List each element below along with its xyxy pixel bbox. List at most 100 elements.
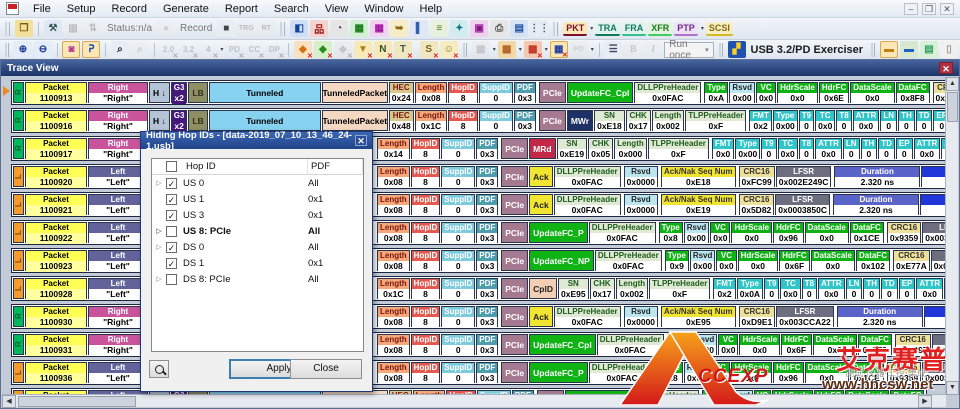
field-left[interactable]: Left"Left" (88, 222, 148, 243)
field-pdf[interactable]: PDF0x3 (476, 166, 498, 187)
field-left[interactable]: Left"Left" (88, 166, 148, 187)
toolbar-grip[interactable] (5, 22, 10, 36)
filter-pd-button[interactable]: PD✕ (225, 41, 243, 58)
field-datafc[interactable]: DataFC0x1CE (850, 222, 884, 243)
hop-id-checkbox[interactable]: ✓ (166, 242, 177, 253)
field-hec[interactable]: HEC0x24 (389, 82, 414, 103)
hop-id-checkbox[interactable]: ✓ (166, 258, 177, 269)
field-packet[interactable]: Packet1100928 (25, 278, 87, 299)
field-length[interactable]: Length0x1C (415, 110, 448, 131)
field-length[interactable]: Length0x002 (616, 278, 649, 299)
field-dllppreheader[interactable]: DLLPPreHeader0x0FAC (589, 362, 656, 383)
field-hopid[interactable]: HopID8 (448, 110, 478, 131)
trace-close-icon[interactable]: ✕ (939, 62, 953, 74)
field-pdf[interactable]: PDF0x3 (476, 250, 498, 271)
field-left[interactable]: Left"Left" (88, 194, 148, 215)
filter-cc-button[interactable]: CC✕ (245, 41, 263, 58)
pdf-column-header[interactable]: PDF (308, 159, 363, 175)
expander-icon[interactable]: ▷ (152, 227, 166, 235)
field-mrd[interactable]: MRd (529, 138, 555, 159)
bus-utilization-icon[interactable]: ≡ (430, 20, 448, 37)
field-suppid[interactable]: SuppID0 (441, 138, 475, 159)
notes-icon[interactable]: ▯ (940, 41, 958, 58)
field-length[interactable]: Length0x08 (377, 306, 410, 327)
field-tlppreheader[interactable]: TLPPreHeader0xF (648, 138, 709, 159)
field-packet[interactable]: Packet1100921 (25, 194, 87, 215)
field-g3[interactable]: G3x2 (171, 82, 188, 103)
field-attr[interactable]: ATTR0x0 (818, 278, 845, 299)
field-hopid[interactable]: HopID8 (411, 194, 441, 215)
hop-id-checkbox[interactable]: ✓ (166, 178, 177, 189)
trigger-trg-icon[interactable]: TRG (237, 20, 255, 37)
open-file-icon[interactable]: ❒ (15, 20, 33, 37)
field-hopid[interactable]: HopID8 (411, 278, 441, 299)
trigger-setup-icon[interactable]: 品 (310, 20, 328, 37)
field-ack-nak-seq-num[interactable]: Ack/Nak Seq Num0xE95 (661, 306, 735, 327)
filter-2-0-button[interactable]: 2.0✕ (159, 41, 177, 58)
field-mwr[interactable]: MWr (567, 110, 593, 131)
field-suppid[interactable]: SuppID0 (441, 222, 475, 243)
field-t8[interactable]: T80 (799, 138, 814, 159)
scroll-up-icon[interactable]: ▲ (946, 77, 959, 91)
msg-filter-icon[interactable]: ▩✕ (524, 41, 542, 58)
find-icon[interactable]: ⌕ (111, 41, 129, 58)
hop-id-row-ds-0[interactable]: ▷✓DS 0All (152, 239, 363, 255)
field-dllppreheader[interactable]: DLLPPreHeader0x0FAC (554, 306, 621, 327)
field-suppid[interactable]: SuppID0 (441, 334, 475, 355)
field-datascale[interactable]: DataScale0x0 (813, 334, 857, 355)
hide-msgs-icon[interactable]: ▦✕ (550, 41, 568, 58)
field-dllppreheader[interactable]: DLLPPreHeader0x0FAC (597, 334, 664, 355)
field-pdf[interactable]: PDF0x3 (476, 194, 498, 215)
filter-dp-button[interactable]: DP✕ (265, 41, 283, 58)
field-pcie[interactable]: PCIe (501, 306, 528, 327)
detail-view-icon[interactable]: ⋮⋮ (530, 20, 548, 37)
field-time-stamp[interactable]: Time Stamp7 . 952 153 604 (920, 194, 947, 215)
field-rsvd[interactable]: Rsvd0x00 (690, 250, 716, 271)
field-dllppreheader[interactable]: DLLPPreHeader0x0FAC (589, 222, 656, 243)
field-datafc[interactable]: DataFC0x102 (856, 250, 890, 271)
field-tp[interactable]: TunneledPacket (322, 82, 388, 103)
field-ack[interactable]: Ack (529, 166, 553, 187)
run-mode-select[interactable]: Run once▾ (664, 42, 713, 58)
menu-search[interactable]: Search (266, 1, 317, 17)
dialog-titlebar[interactable]: Hiding Hop IDs - [data-2019_07_10_13_46_… (141, 132, 372, 149)
field-sn[interactable]: SN0xE95 (558, 278, 589, 299)
realtime-rt-icon[interactable]: RT (257, 20, 275, 37)
field-rsvd[interactable]: Rsvd0x00 (684, 362, 710, 383)
field-packet[interactable]: Packet1100922 (25, 222, 87, 243)
menu-report[interactable]: Report (217, 1, 266, 17)
minimize-button[interactable]: – (904, 3, 918, 15)
horizontal-scrollbar[interactable]: ◀ ▶ (2, 394, 946, 407)
expander-icon[interactable]: ▷ (152, 243, 166, 251)
field-rsvd[interactable]: Rsvd0x00 (684, 222, 710, 243)
field-datafc[interactable]: DataFC0x8F9 (858, 334, 892, 355)
expander-icon[interactable]: ▷ (152, 179, 166, 187)
stop-icon[interactable]: ■ (217, 20, 235, 37)
field-tlppreheader[interactable]: TLPPreHeader0xF (649, 278, 710, 299)
filter-4-button[interactable]: 4✕ (199, 41, 217, 58)
field-td[interactable]: TD0 (916, 110, 933, 131)
close-button[interactable]: ✕ (940, 3, 954, 15)
dropdown-arrow-icon[interactable]: ▾ (519, 46, 522, 53)
hide-orange-icon[interactable]: ◆✕ (294, 41, 312, 58)
bold-icon[interactable]: B (624, 41, 642, 58)
field-pdf[interactable]: PDF0x3 (476, 138, 498, 159)
field-pcie[interactable]: PCIe (501, 166, 528, 187)
field-suppid[interactable]: SuppID0 (441, 166, 475, 187)
field-right[interactable]: Right"Right" (88, 306, 148, 327)
field-ufc[interactable]: UpdateFC_P (529, 222, 588, 243)
hop-id-checkbox[interactable] (166, 274, 177, 285)
field-crc16[interactable]: CRC160xD9E1 (739, 306, 776, 327)
hide-nak-icon[interactable]: N✕ (374, 41, 392, 58)
field-packet[interactable]: Packet1100916 (25, 110, 87, 131)
dropdown-arrow-icon[interactable]: ▾ (220, 46, 223, 53)
xfr-level-button[interactable]: XFR (648, 22, 672, 36)
menu-help[interactable]: Help (412, 1, 451, 17)
field-rsvd[interactable]: Rsvd0x00 (729, 82, 755, 103)
close-dialog-button[interactable]: Close (290, 359, 362, 379)
field-datascale[interactable]: DataScale0x0 (850, 82, 894, 103)
zoom-in-icon[interactable]: ⊕ (14, 41, 32, 58)
field-length[interactable]: Length0x08 (377, 222, 410, 243)
field-hopid[interactable]: HopID8 (411, 222, 441, 243)
vertical-scrollbar[interactable]: ▲ ▼ (945, 77, 958, 395)
